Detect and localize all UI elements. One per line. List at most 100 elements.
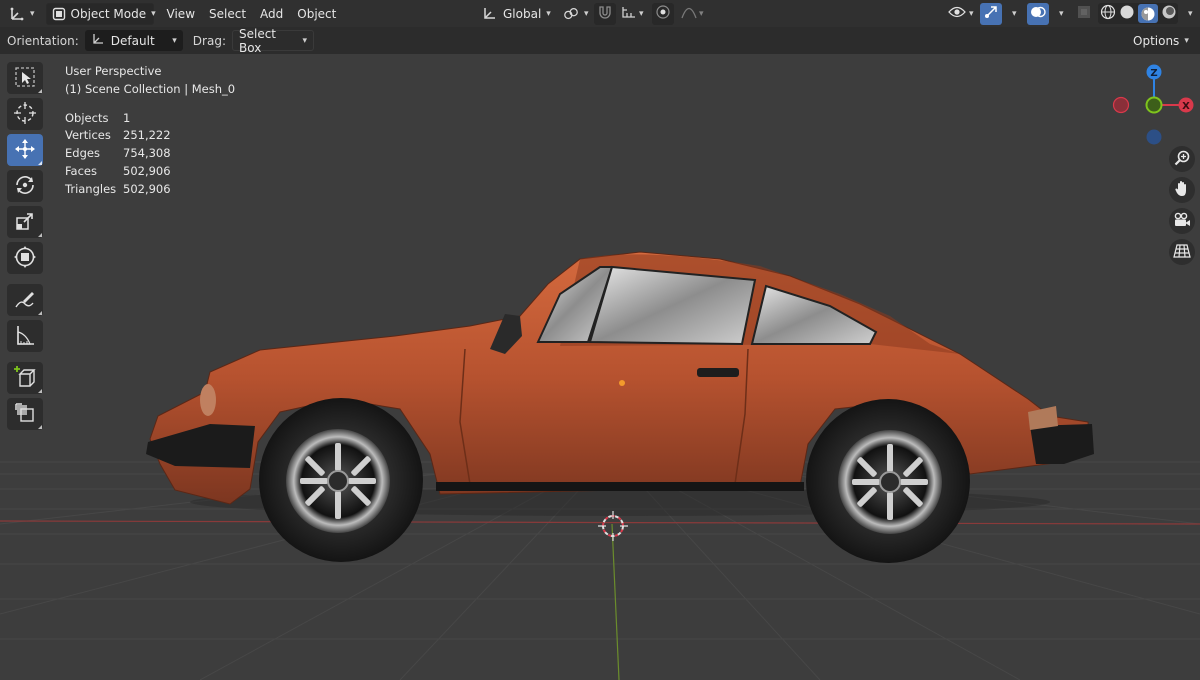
orientation-axes-icon bbox=[91, 32, 105, 49]
gizmo-toggle[interactable] bbox=[980, 2, 1002, 25]
camera-icon bbox=[1173, 212, 1191, 231]
chevron-down-icon: ▾ bbox=[302, 35, 307, 46]
overlay-dropdown[interactable]: ▾ bbox=[1049, 3, 1069, 25]
pan-button[interactable] bbox=[1169, 177, 1195, 203]
grid-perspective-icon bbox=[1173, 243, 1191, 262]
annotate-tool[interactable] bbox=[7, 284, 43, 316]
y-axis-line bbox=[611, 523, 620, 680]
orientation-dropdown[interactable]: Default ▾ bbox=[84, 30, 183, 51]
gizmo-dropdown[interactable]: ▾ bbox=[1002, 3, 1022, 25]
measure-tool[interactable] bbox=[7, 320, 43, 352]
options-label: Options bbox=[1133, 33, 1180, 48]
proportional-edit-toggle[interactable] bbox=[652, 2, 674, 25]
overlay-toggle[interactable] bbox=[1027, 2, 1049, 25]
transform-tool[interactable] bbox=[7, 242, 43, 274]
tool-shelf bbox=[7, 62, 45, 434]
add-cube-icon bbox=[13, 365, 37, 392]
neg-z-ball[interactable] bbox=[1146, 129, 1162, 145]
chevron-down-icon: ▾ bbox=[151, 8, 156, 19]
rotate-icon bbox=[13, 173, 37, 200]
xray-icon bbox=[1076, 4, 1092, 23]
shading-mode-group bbox=[1098, 3, 1178, 24]
zoom-icon bbox=[1174, 150, 1190, 169]
pivot-point-dropdown[interactable]: ▾ bbox=[558, 3, 594, 25]
cursor-icon bbox=[13, 101, 37, 128]
visibility-dropdown[interactable]: ▾ bbox=[943, 3, 979, 25]
view-name: User Perspective bbox=[65, 64, 162, 78]
collection-info: (1) Scene Collection | Mesh_0 bbox=[65, 81, 236, 96]
orientation-label: Global bbox=[503, 6, 542, 21]
proportional-edit-icon bbox=[655, 4, 671, 23]
viewport-header: ▾ Object Mode ▾ View Select Add Object G… bbox=[0, 0, 1200, 27]
viewport-nav-buttons bbox=[1169, 146, 1195, 270]
menu-select[interactable]: Select bbox=[202, 3, 253, 25]
perspective-toggle-button[interactable] bbox=[1169, 239, 1195, 265]
y-ball[interactable] bbox=[1145, 96, 1163, 114]
chevron-down-icon: ▾ bbox=[1188, 8, 1193, 19]
chevron-down-icon: ▾ bbox=[584, 8, 589, 19]
stat-label: Faces bbox=[65, 163, 97, 178]
axes-icon bbox=[9, 6, 25, 22]
cursor-tool[interactable] bbox=[7, 98, 43, 130]
overlay-icon bbox=[1030, 4, 1046, 23]
zoom-button[interactable] bbox=[1169, 146, 1195, 172]
stat-label: Objects bbox=[65, 110, 109, 125]
stat-row: Vertices 251,222 bbox=[65, 127, 235, 145]
chevron-down-icon: ▾ bbox=[699, 8, 704, 19]
drag-field-label: Drag: bbox=[192, 33, 226, 48]
shading-dropdown[interactable]: ▾ bbox=[1178, 3, 1198, 25]
snap-target-dropdown[interactable]: ▾ bbox=[616, 3, 649, 25]
link-icon bbox=[563, 6, 579, 22]
hand-pan-icon bbox=[1174, 180, 1190, 201]
stat-value: 1 bbox=[123, 110, 131, 125]
add-cube-tool[interactable] bbox=[7, 362, 43, 394]
move-cube-tool[interactable] bbox=[7, 398, 43, 430]
material-shading-icon[interactable] bbox=[1137, 4, 1158, 23]
orientation-axes-icon bbox=[481, 6, 497, 22]
chevron-down-icon: ▾ bbox=[639, 8, 644, 19]
wireframe-shading-icon[interactable] bbox=[1100, 4, 1116, 23]
chevron-down-icon: ▾ bbox=[969, 8, 974, 19]
xray-toggle[interactable] bbox=[1073, 3, 1095, 25]
navigation-gizmo[interactable]: Z X bbox=[1108, 60, 1198, 152]
editor-type-button[interactable]: ▾ bbox=[4, 3, 40, 25]
chevron-down-icon: ▾ bbox=[30, 8, 35, 19]
move-cube-icon bbox=[13, 401, 37, 428]
drag-value: Select Box bbox=[238, 26, 277, 55]
x-axis-line bbox=[0, 520, 1200, 525]
chevron-down-icon: ▾ bbox=[172, 35, 177, 46]
transform-orientation-dropdown[interactable]: Global ▾ bbox=[476, 3, 556, 25]
front-wheel bbox=[259, 398, 423, 562]
z-label: Z bbox=[1150, 68, 1157, 79]
x-label: X bbox=[1182, 101, 1190, 112]
select-box-icon bbox=[14, 66, 36, 91]
rotate-tool[interactable] bbox=[7, 170, 43, 202]
stat-label: Edges bbox=[65, 146, 100, 161]
options-dropdown[interactable]: Options ▾ bbox=[1127, 30, 1195, 51]
solid-shading-icon[interactable] bbox=[1119, 4, 1135, 23]
menu-add[interactable]: Add bbox=[253, 3, 290, 25]
scale-tool[interactable] bbox=[7, 206, 43, 238]
stat-label: Vertices bbox=[65, 128, 111, 143]
chevron-down-icon: ▾ bbox=[1059, 8, 1064, 19]
neg-x-ball[interactable] bbox=[1112, 96, 1130, 114]
mode-label: Object Mode bbox=[70, 6, 147, 21]
select-box-tool[interactable] bbox=[7, 62, 43, 94]
move-tool[interactable] bbox=[7, 134, 43, 166]
rendered-shading-icon[interactable] bbox=[1161, 4, 1177, 23]
menu-view[interactable]: View bbox=[160, 3, 202, 25]
snap-toggle[interactable] bbox=[594, 2, 616, 25]
scene-statistics: Objects 1 Vertices 251,222 Edges 754,308 Fa… bbox=[65, 110, 235, 199]
chevron-down-icon: ▾ bbox=[1184, 35, 1189, 46]
drag-dropdown[interactable]: Select Box ▾ bbox=[231, 27, 314, 55]
car-model[interactable] bbox=[146, 251, 1094, 563]
viewport-info-overlay: User Perspective (1) Scene Collection | … bbox=[65, 63, 235, 199]
falloff-dropdown[interactable]: ▾ bbox=[676, 3, 709, 25]
stat-row: Triangles 502,906 bbox=[65, 181, 235, 199]
orientation-field-label: Orientation: bbox=[7, 33, 79, 48]
menu-object[interactable]: Object bbox=[290, 3, 343, 25]
camera-view-button[interactable] bbox=[1169, 208, 1195, 234]
stat-value: 251,222 bbox=[123, 128, 171, 143]
mode-dropdown[interactable]: Object Mode ▾ bbox=[45, 2, 156, 25]
stat-value: 502,906 bbox=[123, 163, 171, 178]
